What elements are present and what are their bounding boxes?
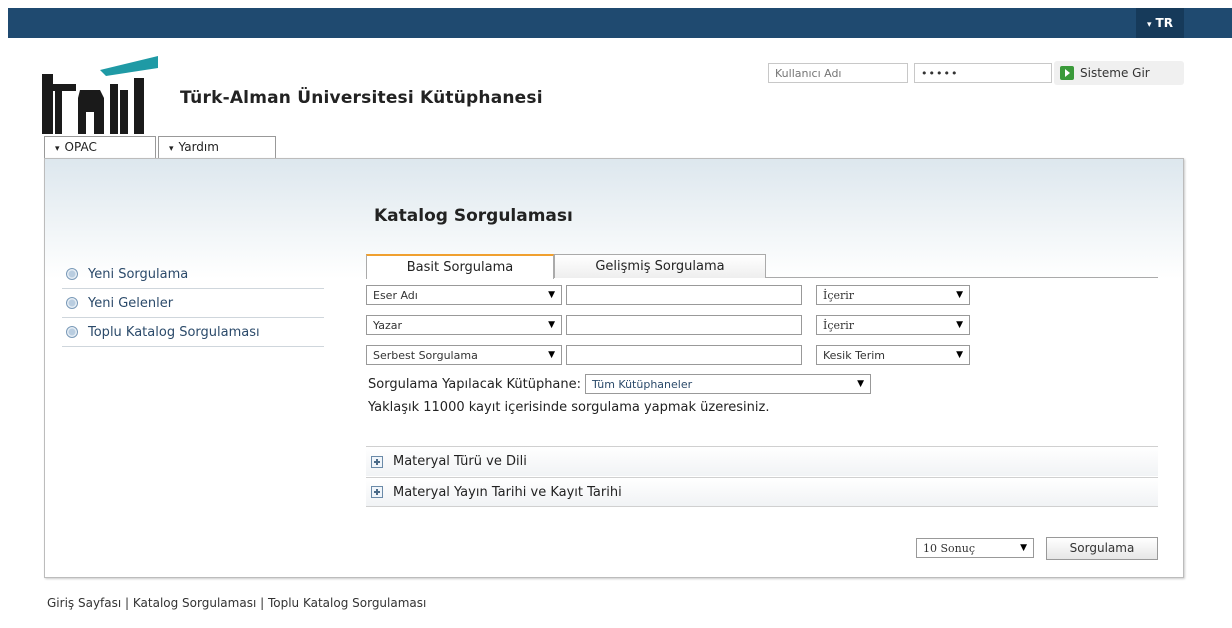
library-label: Sorgulama Yapılacak Kütüphane: (368, 376, 582, 392)
dropdown-arrow-icon: ▼ (548, 350, 555, 360)
top-bar: ▾ TR (8, 8, 1232, 38)
language-label: TR (1155, 16, 1173, 30)
footer-link-union-catalog[interactable]: Toplu Katalog Sorgulaması (268, 596, 426, 610)
operator-select[interactable]: İçerir ▼ (816, 315, 970, 335)
field-select-value: Eser Adı (373, 288, 418, 302)
sidebar-item-label: Yeni Gelenler (88, 295, 174, 311)
operator-select-value: İçerir (823, 318, 855, 332)
field-select[interactable]: Yazar ▼ (366, 315, 562, 335)
search-button[interactable]: Sorgulama (1046, 537, 1158, 560)
search-row: Yazar ▼ İçerir ▼ (366, 314, 970, 336)
dropdown-arrow-icon: ▼ (1020, 543, 1027, 553)
menu-help[interactable]: ▾ Yardım (158, 136, 276, 160)
tab-basic-search[interactable]: Basit Sorgulama (366, 254, 554, 279)
operator-select-value: Kesik Terim (823, 348, 885, 362)
plus-box-icon (371, 455, 383, 468)
footer-separator: | (121, 596, 133, 610)
username-input[interactable] (768, 63, 908, 83)
search-tabs: Basit Sorgulama Gelişmiş Sorgulama (366, 254, 1158, 279)
field-select-value: Serbest Sorgulama (373, 348, 478, 362)
accordion-label: Materyal Yayın Tarihi ve Kayıt Tarihi (393, 484, 622, 500)
login-button-label: Sisteme Gir (1080, 66, 1150, 80)
sidebar-item-new-arrivals[interactable]: Yeni Gelenler (62, 289, 324, 318)
menu-opac[interactable]: ▾ OPAC (44, 136, 156, 160)
operator-select-value: İçerir (823, 288, 855, 302)
search-row: Eser Adı ▼ İçerir ▼ (366, 284, 970, 306)
library-row: Sorgulama Yapılacak Kütüphane: Tüm Kütüp… (368, 374, 872, 394)
dropdown-arrow-icon: ▼ (548, 320, 555, 330)
sidebar-item-union-catalog[interactable]: Toplu Katalog Sorgulaması (62, 318, 324, 347)
library-select-value: Tüm Kütüphaneler (592, 377, 693, 391)
sidebar: Yeni Sorgulama Yeni Gelenler Toplu Katal… (62, 260, 324, 347)
record-count-info: Yaklaşık 11000 kayıt içerisinde sorgulam… (368, 400, 770, 415)
dropdown-arrow-icon: ▼ (956, 320, 963, 330)
dropdown-arrow-icon: ▼ (956, 350, 963, 360)
accordion-material-type[interactable]: Materyal Türü ve Dili (366, 446, 1158, 476)
dropdown-arrow-icon: ▼ (548, 290, 555, 300)
field-select-value: Yazar (373, 318, 402, 332)
footer-separator: | (256, 596, 268, 610)
menu-help-label: Yardım (178, 140, 219, 154)
results-count-value: 10 Sonuç (923, 541, 975, 555)
footer-link-catalog-search[interactable]: Katalog Sorgulaması (133, 596, 256, 610)
sidebar-item-label: Toplu Katalog Sorgulaması (88, 324, 260, 340)
operator-select[interactable]: Kesik Terim ▼ (816, 345, 970, 365)
language-selector[interactable]: ▾ TR (1136, 8, 1184, 38)
operator-select[interactable]: İçerir ▼ (816, 285, 970, 305)
sidebar-item-new-search[interactable]: Yeni Sorgulama (62, 260, 324, 289)
page-title: Katalog Sorgulaması (374, 206, 573, 226)
menu-opac-label: OPAC (64, 140, 97, 154)
field-select[interactable]: Eser Adı ▼ (366, 285, 562, 305)
chevron-down-icon: ▾ (169, 144, 174, 154)
site-title: Türk-Alman Üniversitesi Kütüphanesi (180, 88, 543, 108)
accordion-publication-date[interactable]: Materyal Yayın Tarihi ve Kayıt Tarihi (366, 477, 1158, 507)
sidebar-item-label: Yeni Sorgulama (88, 266, 189, 282)
search-row: Serbest Sorgulama ▼ Kesik Terim ▼ (366, 344, 970, 366)
term-input[interactable] (566, 285, 802, 305)
radio-circle-icon (66, 268, 78, 280)
dropdown-arrow-icon: ▼ (857, 379, 865, 389)
tau-logo[interactable] (40, 54, 158, 134)
login-button[interactable]: Sisteme Gir (1054, 61, 1184, 85)
chevron-down-icon: ▾ (1147, 20, 1152, 30)
library-select[interactable]: Tüm Kütüphaneler ▼ (585, 374, 872, 394)
results-count-select[interactable]: 10 Sonuç ▼ (916, 538, 1034, 558)
accordion-label: Materyal Türü ve Dili (393, 454, 527, 469)
term-input[interactable] (566, 315, 802, 335)
term-input[interactable] (566, 345, 802, 365)
login-form (768, 62, 1052, 84)
radio-circle-icon (66, 297, 78, 309)
tab-advanced-search[interactable]: Gelişmiş Sorgulama (554, 254, 766, 278)
footer-breadcrumb: Giriş Sayfası | Katalog Sorgulaması | To… (47, 596, 426, 610)
chevron-down-icon: ▾ (55, 144, 60, 154)
play-arrow-icon (1060, 66, 1074, 80)
plus-box-icon (371, 486, 383, 498)
radio-circle-icon (66, 326, 78, 338)
main-panel (44, 158, 1184, 578)
dropdown-arrow-icon: ▼ (956, 290, 963, 300)
field-select[interactable]: Serbest Sorgulama ▼ (366, 345, 562, 365)
password-input[interactable] (914, 63, 1052, 83)
footer-link-home[interactable]: Giriş Sayfası (47, 596, 121, 610)
